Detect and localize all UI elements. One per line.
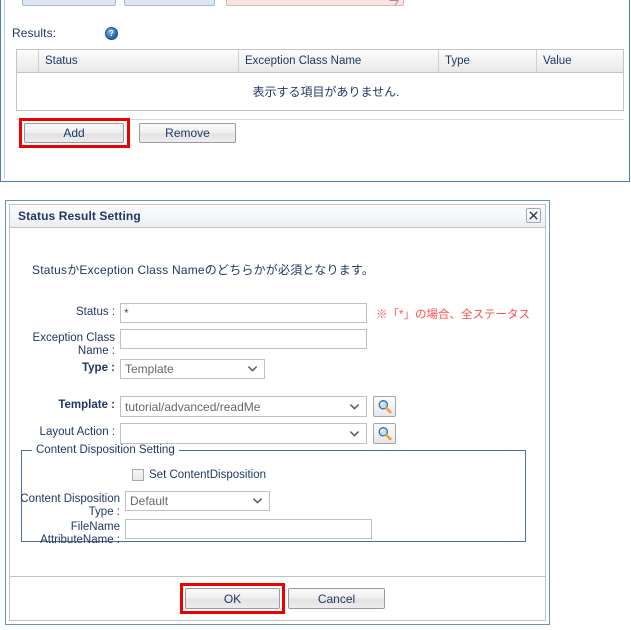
template-browse-button[interactable] (373, 396, 396, 417)
add-button[interactable]: Add (24, 123, 124, 143)
chevron-down-icon (350, 430, 359, 437)
results-table: Status Exception Class Name Type Value 表… (16, 49, 624, 111)
filename-attribute-name-input[interactable] (125, 519, 372, 539)
label-content-disposition-type: Content Disposition Type : (20, 491, 125, 519)
svg-text:?: ? (109, 29, 114, 38)
label-status: Status : (76, 306, 115, 318)
content-disposition-fieldset: Content Disposition Setting Set ContentD… (20, 444, 526, 546)
exception-class-name-input[interactable] (120, 329, 367, 349)
field-row-template: Template : tutorial/advanced/readMe (20, 396, 396, 417)
results-table-header: Status Exception Class Name Type Value (17, 50, 623, 73)
label-template: Template : (58, 399, 115, 411)
results-action-buttons: Add Remove (16, 118, 624, 148)
set-content-disposition-label: Set ContentDisposition (149, 469, 266, 481)
layout-action-select[interactable] (120, 423, 367, 444)
type-select[interactable]: Template (120, 359, 265, 379)
dialog-footer: OK Cancel (10, 576, 545, 620)
panel-inner-border (4, 0, 5, 178)
set-content-disposition-row: Set ContentDisposition (132, 469, 266, 481)
content-disposition-type-value: Default (130, 494, 169, 508)
chevron-down-icon (253, 498, 262, 504)
results-panel: Results: ? Status Exception Class Name T… (0, 0, 631, 182)
label-filename-attribute-name: FileName AttributeName : (20, 519, 125, 547)
empty-table-message: 表示する項目がありません. (252, 85, 400, 99)
label-filename-attribute-name-line2: AttributeName : (40, 534, 120, 546)
panel-border-right (629, 0, 630, 182)
results-table-body: 表示する項目がありません. (17, 73, 623, 111)
dialog-inner-frame: Status Result Setting StatusかException C… (9, 204, 546, 621)
label-content-disposition-type-line2: Type : (88, 506, 120, 518)
status-input[interactable] (120, 303, 367, 323)
field-row-status: Status : ※「*」の場合、全ステータス (20, 303, 530, 323)
label-layout-action: Layout Action : (39, 426, 115, 438)
status-hint-text: ※「*」の場合、全ステータス (376, 309, 530, 321)
field-row-content-disposition-type: Content Disposition Type : Default (20, 491, 270, 519)
status-result-setting-dialog: Status Result Setting StatusかException C… (5, 200, 550, 625)
partial-field-above-2[interactable] (124, 0, 215, 6)
close-icon[interactable] (526, 208, 541, 223)
remove-button[interactable]: Remove (139, 123, 236, 143)
content-disposition-type-select[interactable]: Default (125, 491, 270, 511)
set-content-disposition-checkbox[interactable] (132, 469, 144, 481)
template-select[interactable]: tutorial/advanced/readMe (120, 396, 367, 417)
label-filename-attribute-name-line1: FileName (70, 521, 120, 533)
dialog-body: StatusかException Class Nameのどちらかが必須となります… (10, 228, 545, 577)
field-row-layout-action: Layout Action : (20, 423, 396, 444)
type-select-value: Template (125, 362, 174, 376)
template-select-value: tutorial/advanced/readMe (125, 399, 261, 414)
magnifier-icon (378, 427, 392, 441)
dialog-note-text: StatusかException Class Nameのどちらかが必須となります… (32, 263, 375, 277)
field-row-exception-class-name: Exception Class Name : (20, 329, 367, 358)
column-header-type: Type (439, 50, 537, 72)
column-header-status: Status (39, 50, 239, 72)
panel-border-left (0, 0, 1, 182)
label-exception-class-name: Exception Class Name : (20, 329, 120, 358)
column-header-select (17, 50, 39, 72)
field-row-filename-attribute-name: FileName AttributeName : (20, 519, 372, 547)
dialog-titlebar: Status Result Setting (10, 205, 545, 228)
partial-field-above-3[interactable] (226, 0, 404, 6)
layout-action-browse-button[interactable] (373, 423, 396, 444)
chevron-down-icon (248, 366, 257, 372)
chevron-down-icon (350, 403, 359, 410)
magnifier-icon (378, 400, 392, 414)
content-disposition-legend: Content Disposition Setting (32, 444, 179, 456)
results-header-row: Results: ? (12, 26, 119, 40)
ok-button[interactable]: OK (185, 588, 280, 609)
label-exception-class-name-line2: Name : (77, 345, 115, 357)
help-circle-icon[interactable]: ? (105, 26, 119, 40)
cancel-button[interactable]: Cancel (288, 588, 385, 609)
column-header-exception-class-name: Exception Class Name (239, 50, 439, 72)
label-type: Type : (81, 362, 115, 374)
label-exception-class-name-line1: Exception Class (32, 332, 115, 344)
dialog-title: Status Result Setting (18, 209, 141, 223)
results-label: Results: (12, 26, 57, 40)
panel-border-bottom (0, 181, 630, 182)
field-row-type: Type : Template (20, 359, 265, 379)
column-header-value: Value (543, 55, 572, 67)
partial-field-above-1[interactable] (22, 0, 116, 6)
label-content-disposition-type-line1: Content Disposition (20, 493, 120, 505)
